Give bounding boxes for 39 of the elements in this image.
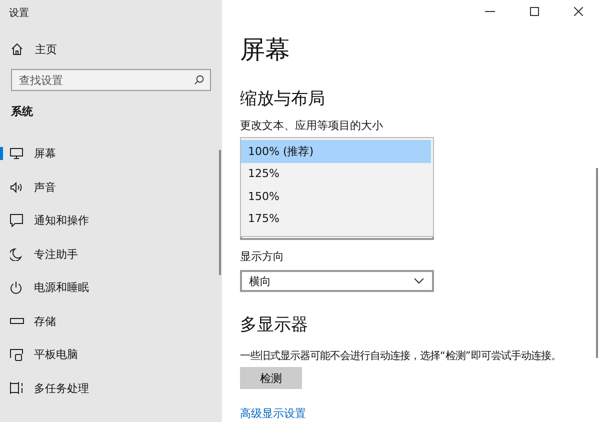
orientation-dropdown[interactable]: 横向 [240,270,434,292]
scale-dropdown[interactable] [240,237,434,240]
power-icon [10,281,22,294]
close-icon [574,6,582,16]
minimize-icon [485,10,495,12]
field-label: 更改文本、应用等项目的大小 [240,119,383,133]
speaker-icon [10,182,24,193]
sidebar-item[interactable]: 电源和睡眠 [0,271,222,304]
advanced-settings-link[interactable]: 高级显示设置 [240,406,306,421]
field-label: 显示方向 [240,250,284,264]
page-title: 屏幕 [240,34,290,66]
window-title: 设置 [8,6,30,21]
sidebar-item[interactable]: 通知和操作 [0,204,222,238]
chevron-icon [414,278,424,284]
dropdown-option[interactable]: 175% [241,208,431,230]
section-heading: 系统 [11,104,33,119]
home-link[interactable]: 主页 [11,39,63,59]
dropdown-option[interactable]: 100% (推荐) [241,140,431,162]
sidebar-item[interactable]: 专注助手 [0,238,222,271]
section-heading: 多显示器 [240,314,308,336]
tablet-icon [10,348,23,361]
moon-icon [10,248,22,261]
detect-button[interactable]: 检测 [240,367,302,389]
sidebar-item[interactable]: 平板电脑 [0,338,222,372]
search-icon [194,75,204,85]
monitor-icon [10,148,23,160]
sidebar-item[interactable]: 多任务处理 [0,372,222,405]
search-field[interactable]: 查找设置 [11,69,211,91]
message-icon [10,214,23,228]
sidebar-item[interactable]: 存储 [0,304,222,338]
sidebar-item[interactable]: 声音 [0,170,222,204]
home-icon [11,43,23,55]
dropdown-option[interactable]: 125% [241,162,431,185]
maximize-icon [530,6,538,16]
section-heading: 缩放与布局 [240,88,325,110]
multitask-icon [10,382,24,394]
dropdown-option[interactable]: 150% [241,185,431,208]
description-text: 一些旧式显示器可能不会进行自动连接，选择“检测”即可尝试手动连接。 [240,349,561,363]
drive-icon [10,318,24,324]
